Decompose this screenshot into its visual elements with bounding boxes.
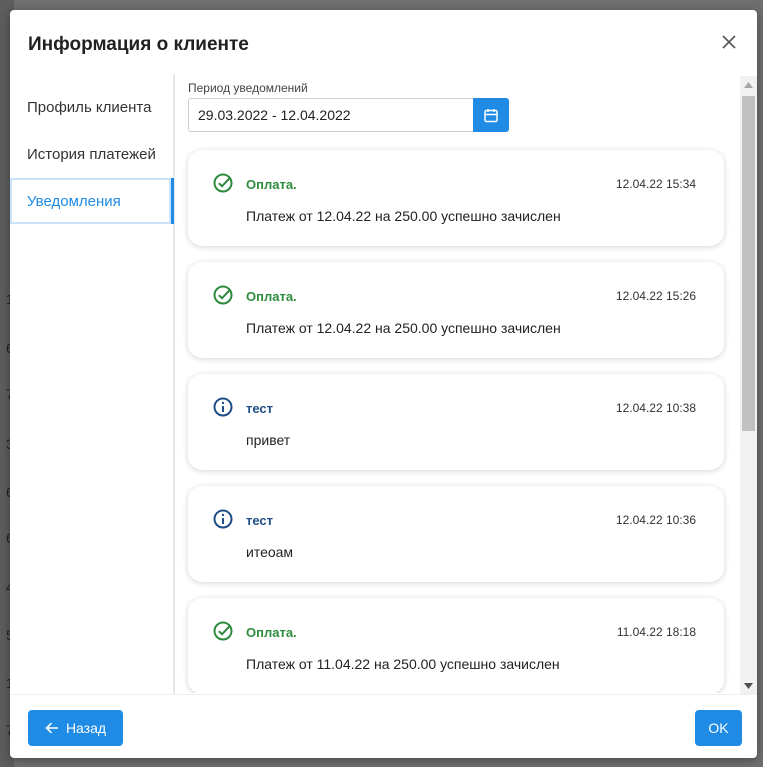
notification-title: Оплата. (246, 625, 297, 640)
client-info-dialog: Информация о клиенте Профиль клиента Ист… (10, 10, 757, 758)
ok-button-label: OK (708, 720, 729, 736)
footer-divider (10, 694, 757, 695)
triangle-down-icon (744, 682, 753, 689)
info-circle-icon (213, 397, 233, 417)
notification-message: Платеж от 12.04.22 на 250.00 успешно зач… (246, 320, 561, 336)
notification-card: Оплата. 12.04.22 15:34 Платеж от 12.04.2… (188, 150, 724, 246)
scrollbar-thumb[interactable] (742, 96, 755, 431)
notification-title: Оплата. (246, 177, 297, 192)
notification-time: 12.04.22 10:36 (615, 513, 696, 527)
sidebar-item-profile[interactable]: Профиль клиента (10, 84, 171, 130)
scroll-down-button[interactable] (740, 677, 757, 694)
close-icon (722, 35, 736, 49)
check-circle-icon (213, 285, 233, 305)
date-range-input[interactable]: 29.03.2022 - 12.04.2022 (188, 98, 474, 132)
sidebar-nav: Профиль клиента История платежей Уведомл… (10, 74, 175, 694)
arrow-left-icon (45, 722, 58, 734)
info-circle-icon (213, 509, 233, 529)
check-circle-icon (213, 173, 233, 193)
close-button[interactable] (717, 30, 741, 54)
back-button[interactable]: Назад (28, 710, 123, 746)
notification-card: Оплата. 11.04.22 18:18 Платеж от 11.04.2… (188, 598, 724, 693)
sidebar-item-label: Профиль клиента (27, 98, 152, 116)
calendar-icon (484, 108, 498, 122)
date-range-value: 29.03.2022 - 12.04.2022 (198, 107, 351, 123)
notification-time: 12.04.22 15:34 (615, 177, 696, 191)
sidebar-item-label: История платежей (27, 145, 156, 163)
notification-card: Оплата. 12.04.22 15:26 Платеж от 12.04.2… (188, 262, 724, 358)
notification-message: привет (246, 432, 291, 448)
period-label: Период уведомлений (188, 81, 308, 95)
back-button-label: Назад (65, 720, 107, 736)
notification-message: Платеж от 12.04.22 на 250.00 успешно зач… (246, 208, 561, 224)
ok-button[interactable]: OK (695, 710, 742, 746)
sidebar-item-label: Уведомления (27, 192, 121, 210)
notification-card: тест 12.04.22 10:36 итеоам (188, 486, 724, 582)
notification-time: 11.04.22 18:18 (616, 625, 696, 639)
notification-time: 12.04.22 10:38 (615, 401, 696, 415)
notification-message: Платеж от 11.04.22 на 250.00 успешно зач… (246, 656, 560, 672)
notification-time: 12.04.22 15:26 (615, 289, 696, 303)
scrollbar[interactable] (740, 76, 757, 694)
notification-title: тест (246, 401, 274, 416)
notifications-list: Оплата. 12.04.22 15:34 Платеж от 12.04.2… (180, 140, 735, 693)
scroll-up-button[interactable] (740, 76, 757, 93)
sidebar-item-payment-history[interactable]: История платежей (10, 131, 171, 177)
notification-title: тест (246, 513, 274, 528)
notification-title: Оплата. (246, 289, 297, 304)
check-circle-icon (213, 621, 233, 641)
dialog-title: Информация о клиенте (28, 34, 249, 55)
triangle-up-icon (744, 81, 753, 88)
notification-message: итеоам (246, 544, 294, 560)
sidebar-item-notifications[interactable]: Уведомления (10, 178, 174, 224)
notification-card: тест 12.04.22 10:38 привет (188, 374, 724, 470)
calendar-button[interactable] (473, 98, 509, 132)
